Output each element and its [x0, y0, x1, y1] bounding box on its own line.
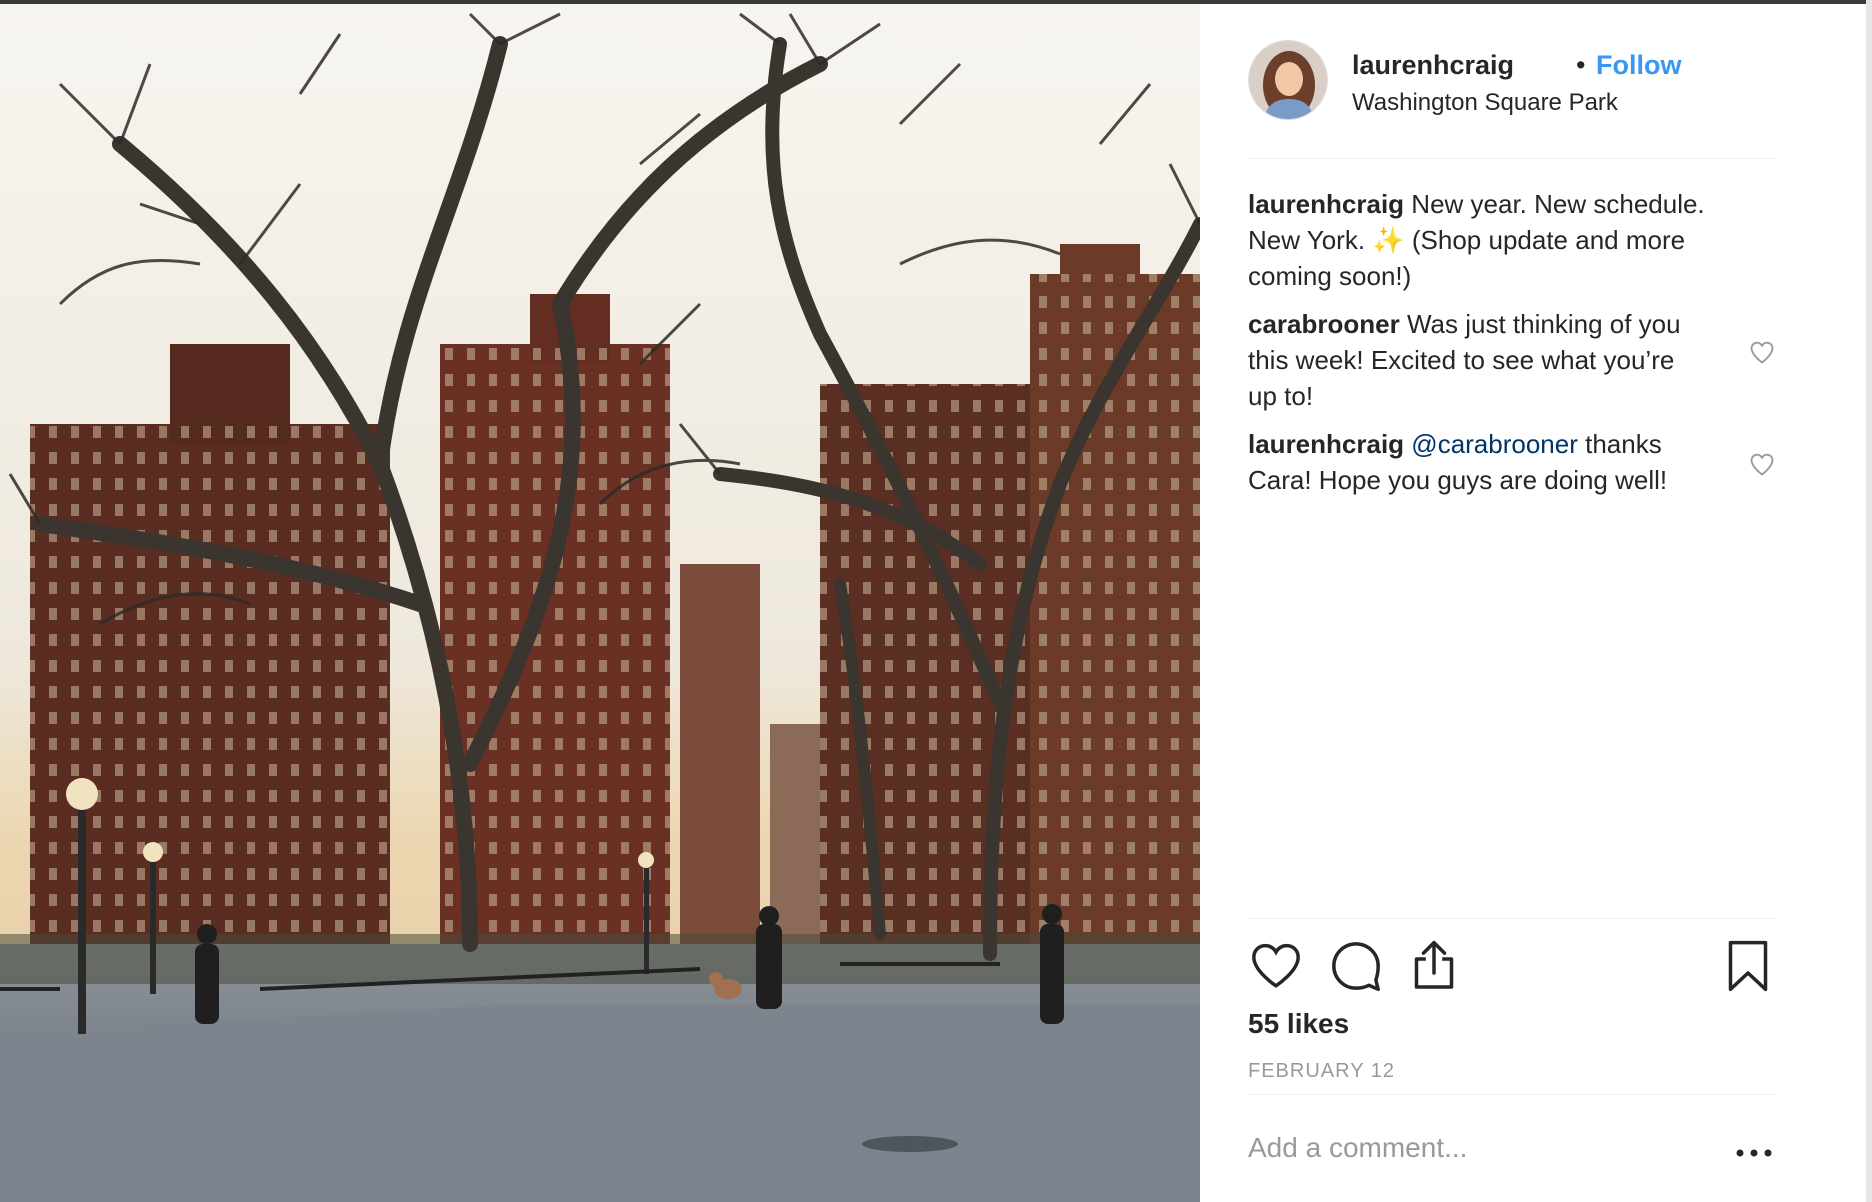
comment-bubble-icon[interactable]: [1328, 938, 1384, 994]
actions-divider: [1248, 918, 1776, 919]
follow-button[interactable]: Follow: [1596, 50, 1681, 81]
location-link[interactable]: Washington Square Park: [1352, 89, 1618, 117]
header-username[interactable]: laurenhcraig: [1352, 50, 1514, 81]
header-divider: [1248, 158, 1776, 159]
park-scene-illustration: [0, 4, 1200, 1202]
avatar-image: [1249, 41, 1327, 119]
window-right-edge: [1866, 0, 1872, 1202]
comment-like-heart-icon[interactable]: [1748, 338, 1776, 366]
avatar[interactable]: [1248, 40, 1328, 120]
post-actions: [1248, 938, 1776, 998]
heart-icon[interactable]: [1248, 938, 1304, 994]
more-options-icon[interactable]: [1734, 1138, 1774, 1168]
post-date[interactable]: FEBRUARY 12: [1248, 1060, 1395, 1083]
comment-username[interactable]: laurenhcraig: [1248, 429, 1404, 459]
comment-item: laurenhcraig @carabrooner thanks Cara! H…: [1248, 426, 1776, 498]
header-separator: •: [1576, 50, 1586, 80]
share-icon[interactable]: [1406, 938, 1462, 994]
comment-username[interactable]: laurenhcraig: [1248, 189, 1404, 219]
post-side-panel: laurenhcraig • Follow Washington Square …: [1200, 4, 1824, 1202]
likes-count[interactable]: 55 likes: [1248, 1008, 1349, 1040]
add-comment-box: [1248, 1132, 1688, 1164]
add-comment-input[interactable]: [1248, 1132, 1688, 1164]
comments-list: laurenhcraig New year. New schedule. New…: [1248, 186, 1776, 510]
post-photo[interactable]: [0, 4, 1200, 1202]
caption: laurenhcraig New year. New schedule. New…: [1248, 186, 1776, 294]
comment-item: carabrooner Was just thinking of you thi…: [1248, 306, 1776, 414]
comment-box-divider: [1248, 1094, 1776, 1095]
comment-mention[interactable]: @carabrooner: [1411, 429, 1578, 459]
comment-username[interactable]: carabrooner: [1248, 309, 1400, 339]
bookmark-icon[interactable]: [1720, 938, 1776, 994]
comment-like-heart-icon[interactable]: [1748, 450, 1776, 478]
post-header: laurenhcraig • Follow Washington Square …: [1248, 40, 1776, 126]
